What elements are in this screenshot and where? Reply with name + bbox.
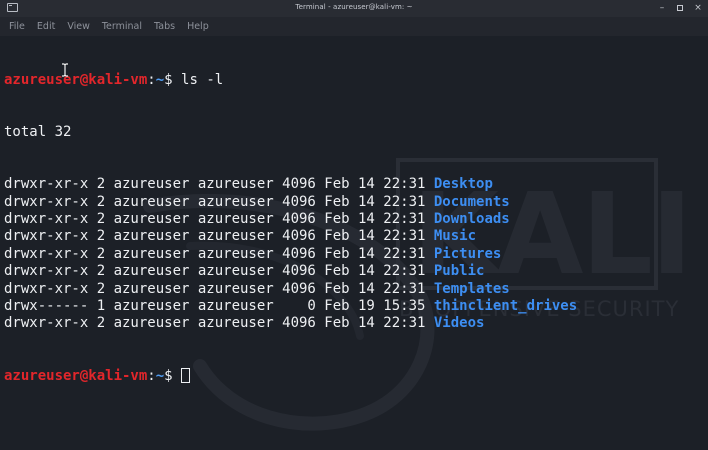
active-prompt-line: azureuser@kali-vm:~$ (4, 367, 577, 385)
directory-name: Templates (433, 280, 510, 297)
minimize-button[interactable]: – (658, 2, 666, 14)
menu-file[interactable]: File (8, 17, 31, 32)
command-text: ls -l (181, 71, 224, 88)
directory-name: Downloads (433, 211, 510, 227)
title-bar[interactable]: Terminal - azureuser@kali-vm: ~ – × (0, 0, 708, 17)
listing-row-meta: drwxr-xr-x 2 azureuser azureuser 4096 Fe… (4, 245, 434, 262)
total-line: total 32 (4, 124, 72, 141)
directory-name: Public (433, 263, 485, 280)
scrollbar[interactable] (704, 36, 708, 450)
terminal-window: Terminal - azureuser@kali-vm: ~ – × File… (0, 0, 708, 450)
listing-row: drwx------ 1 azureuser azureuser 0 Feb 1… (4, 298, 577, 315)
listing-row-meta: drwxr-xr-x 2 azureuser azureuser 4096 Fe… (4, 176, 434, 193)
menu-tabs[interactable]: Tabs (153, 17, 181, 32)
menu-bar: File Edit View Terminal Tabs Help (0, 17, 708, 36)
listing-row-meta: drwxr-xr-x 2 azureuser azureuser 4096 Fe… (4, 263, 434, 280)
listing-row: drwxr-xr-x 2 azureuser azureuser 4096 Fe… (4, 228, 577, 245)
listing-row-meta: drwxr-xr-x 2 azureuser azureuser 4096 Fe… (4, 228, 434, 245)
close-button[interactable]: × (694, 2, 702, 14)
listing-row-meta: drwxr-xr-x 2 azureuser azureuser 4096 Fe… (4, 211, 434, 227)
directory-name: Desktop (433, 176, 493, 193)
window-controls: – × (658, 2, 702, 14)
maximize-icon (677, 4, 683, 11)
listing-row-meta: drwx------ 1 azureuser azureuser 0 Feb 1… (4, 297, 434, 314)
prompt-path: ~ (155, 367, 165, 384)
listing-row: drwxr-xr-x 2 azureuser azureuser 4096 Fe… (4, 281, 577, 298)
window-title: Terminal - azureuser@kali-vm: ~ (295, 3, 413, 11)
menu-edit[interactable]: Edit (36, 17, 61, 32)
prompt-separator: : (147, 367, 156, 384)
listing-row: drwxr-xr-x 2 azureuser azureuser 4096 Fe… (4, 315, 577, 332)
directory-name: Videos (433, 315, 485, 332)
menu-help[interactable]: Help (186, 17, 215, 32)
prompt-separator: : (147, 71, 156, 88)
listing-row: drwxr-xr-x 2 azureuser azureuser 4096 Fe… (4, 194, 577, 211)
prompt-symbol: $ (164, 367, 182, 384)
terminal-output: azureuser@kali-vm:~$ ls -l total 32 drwx… (4, 37, 577, 420)
prompt-user-host: azureuser@kali-vm (4, 71, 148, 88)
prompt-user-host: azureuser@kali-vm (4, 367, 148, 384)
listing-row: drwxr-xr-x 2 azureuser azureuser 4096 Fe… (4, 211, 577, 228)
listing-row: drwxr-xr-x 2 azureuser azureuser 4096 Fe… (4, 263, 577, 280)
menu-terminal[interactable]: Terminal (101, 17, 148, 32)
maximize-button[interactable] (676, 2, 684, 14)
listing-row-meta: drwxr-xr-x 2 azureuser azureuser 4096 Fe… (4, 315, 434, 332)
listing-row: drwxr-xr-x 2 azureuser azureuser 4096 Fe… (4, 246, 577, 263)
menu-view[interactable]: View (66, 17, 96, 32)
listing-row-meta: drwxr-xr-x 2 azureuser azureuser 4096 Fe… (4, 193, 434, 210)
listing: drwxr-xr-x 2 azureuser azureuser 4096 Fe… (4, 176, 577, 333)
directory-name: thinclient_drives (433, 297, 578, 314)
prompt-symbol: $ (164, 71, 182, 88)
listing-row-meta: drwxr-xr-x 2 azureuser azureuser 4096 Fe… (4, 280, 434, 297)
prompt-path: ~ (155, 71, 165, 88)
terminal-area[interactable]: KALI BY OFFENSIVE SECURITY azureuser@kal… (0, 36, 708, 450)
directory-name: Pictures (433, 245, 502, 262)
listing-row: drwxr-xr-x 2 azureuser azureuser 4096 Fe… (4, 176, 577, 193)
directory-name: Music (433, 228, 477, 245)
directory-name: Documents (433, 193, 510, 210)
text-cursor[interactable] (181, 367, 191, 383)
command-line: azureuser@kali-vm:~$ ls -l (4, 72, 577, 89)
